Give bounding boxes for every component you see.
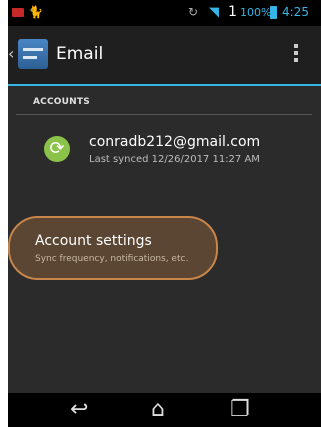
status-bar: 🐈 ↻ ◥ 1 100% 4:25 bbox=[8, 0, 321, 26]
back-icon[interactable]: ↩ bbox=[70, 397, 88, 422]
account-sync-status: Last synced 12/26/2017 11:27 AM bbox=[89, 154, 260, 165]
recent-apps-icon[interactable]: ❐ bbox=[230, 397, 250, 422]
wifi-icon: ◥ bbox=[209, 5, 219, 20]
action-bar-divider bbox=[8, 84, 321, 86]
overflow-menu-icon[interactable] bbox=[294, 44, 298, 65]
page-title: Email bbox=[56, 44, 104, 64]
email-settings-app-icon[interactable] bbox=[18, 39, 48, 69]
home-icon[interactable]: ⌂ bbox=[151, 397, 165, 422]
rotation-icon: ↻ bbox=[188, 5, 199, 19]
action-bar: ‹ Email bbox=[8, 26, 321, 84]
phone-screen: 🐈 ↻ ◥ 1 100% 4:25 ‹ Email ACCOUNTS ⟳ con… bbox=[8, 0, 321, 427]
account-settings-title: Account settings bbox=[35, 233, 152, 249]
navigation-bar: ↩ ⌂ ❐ bbox=[8, 393, 321, 427]
battery-icon bbox=[270, 6, 277, 19]
account-item[interactable]: ⟳ conradb212@gmail.com Last synced 12/26… bbox=[8, 124, 321, 178]
account-settings-subtitle: Sync frequency, notifications, etc. bbox=[35, 254, 189, 264]
section-divider bbox=[16, 114, 312, 115]
sync-icon: ⟳ bbox=[44, 136, 70, 162]
back-chevron-icon[interactable]: ‹ bbox=[8, 44, 14, 63]
battery-percent: 100% bbox=[240, 6, 272, 19]
signal-level: 1 bbox=[228, 4, 237, 20]
accounts-section-header: ACCOUNTS bbox=[33, 97, 90, 107]
account-settings-item[interactable]: Account settings Sync frequency, notific… bbox=[8, 216, 218, 280]
clock: 4:25 bbox=[282, 5, 309, 19]
cat-notification-icon: 🐈 bbox=[28, 5, 43, 19]
account-email: conradb212@gmail.com bbox=[89, 134, 261, 150]
notification-icon bbox=[12, 8, 24, 17]
